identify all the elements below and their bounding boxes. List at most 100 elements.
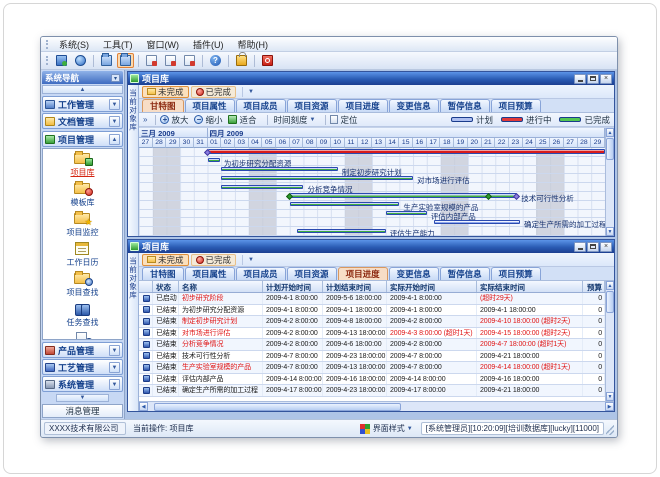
sidebar-group-产品管理[interactable]: 产品管理▼ xyxy=(42,342,123,358)
close-button[interactable]: × xyxy=(600,242,612,252)
scroll-up-icon[interactable]: ▲ xyxy=(606,128,614,137)
report-button[interactable] xyxy=(162,53,179,68)
folder-open-button[interactable] xyxy=(117,53,134,68)
table-row[interactable]: 已启动初步研究阶段2009-4-1 8:00:002009-5-6 18:00:… xyxy=(139,293,605,305)
table-row[interactable]: 已结束技术可行性分析2009-4-7 8:00:002009-4-23 18:0… xyxy=(139,351,605,363)
table-row[interactable]: 已结束确定生产所需的加工过程2009-4-17 8:00:002009-4-23… xyxy=(139,385,605,397)
toolbar-overflow-icon[interactable]: » xyxy=(143,115,147,124)
more-filters-button[interactable]: ▼ xyxy=(242,255,259,265)
column-header-1[interactable]: 名称 xyxy=(179,281,263,292)
more-filters-button[interactable]: ▼ xyxy=(242,87,259,97)
tab-项目资源[interactable]: 项目资源 xyxy=(287,267,337,280)
pin-icon[interactable]: ▾ xyxy=(111,74,120,82)
tab-项目成员[interactable]: 项目成员 xyxy=(236,99,286,112)
scrollbar-thumb[interactable] xyxy=(606,138,614,160)
gantt-bar[interactable] xyxy=(208,149,605,153)
sidebar-group-文档管理[interactable]: 文档管理▼ xyxy=(42,113,123,129)
style-selector-label[interactable]: 界面样式 xyxy=(373,423,405,434)
report-edit-button[interactable] xyxy=(181,53,198,68)
scrollbar-thumb[interactable] xyxy=(606,291,614,313)
gantt-bar[interactable] xyxy=(221,185,303,189)
menu-item-1[interactable]: 工具(T) xyxy=(96,37,140,52)
tab-变更信息[interactable]: 变更信息 xyxy=(389,267,439,280)
filter-unfinished-button[interactable]: 未完成 xyxy=(142,86,189,98)
current-object-side-tab[interactable]: 当前对象库 xyxy=(128,253,139,411)
sidebar-overflow-button[interactable]: ▼ xyxy=(56,394,109,402)
zoom-in-button[interactable]: + 放大 xyxy=(160,114,188,126)
gantt-bar[interactable] xyxy=(208,158,220,162)
sidebar-item-lib[interactable]: 项目库 xyxy=(71,151,95,178)
table-row[interactable]: 已结束生产实验室规模的产品2009-4-7 8:00:002009-4-13 1… xyxy=(139,362,605,374)
menu-item-2[interactable]: 窗口(W) xyxy=(140,37,187,52)
gantt-bar[interactable] xyxy=(290,202,400,206)
tab-变更信息[interactable]: 变更信息 xyxy=(389,99,439,112)
table-row[interactable]: 已结束制定初步研究计划2009-4-2 8:00:002009-4-8 18:0… xyxy=(139,316,605,328)
tab-甘特图[interactable]: 甘特图 xyxy=(142,267,184,280)
message-management-tab[interactable]: 消息管理 xyxy=(42,404,123,418)
gantt-bar[interactable] xyxy=(290,193,518,197)
time-scale-button[interactable]: 时间刻度 ▼ xyxy=(272,114,316,126)
table-window-titlebar[interactable]: 项目库 × xyxy=(128,240,614,253)
browser-button[interactable] xyxy=(72,53,89,68)
tab-项目预算[interactable]: 项目预算 xyxy=(491,267,541,280)
gantt-bar[interactable] xyxy=(386,211,427,215)
tab-项目属性[interactable]: 项目属性 xyxy=(185,99,235,112)
tab-甘特图[interactable]: 甘特图 xyxy=(142,99,184,112)
filter-unfinished-button[interactable]: 未完成 xyxy=(142,254,189,266)
chevron-down-icon[interactable]: ▼ xyxy=(109,362,120,373)
table-row[interactable]: 已结束为初步研究分配资源2009-4-1 8:00:002009-4-1 18:… xyxy=(139,305,605,317)
sidebar-item-template[interactable]: 模板库 xyxy=(71,181,95,208)
close-button[interactable]: × xyxy=(600,74,612,84)
sidebar-item-find[interactable]: 项目查找 xyxy=(67,271,99,298)
scroll-down-icon[interactable]: ▼ xyxy=(606,392,614,401)
resize-grip[interactable] xyxy=(606,423,614,435)
sidebar-item-task[interactable]: 任务查找 xyxy=(67,301,99,328)
table-horizontal-scrollbar[interactable]: ◀ ▶ xyxy=(139,401,614,411)
column-header-3[interactable]: 计划结束时间 xyxy=(323,281,387,292)
menu-item-4[interactable]: 帮助(H) xyxy=(231,37,276,52)
locate-button[interactable]: 定位 xyxy=(330,114,357,126)
gantt-bar[interactable] xyxy=(221,176,413,180)
fit-button[interactable]: 适合 xyxy=(228,114,256,126)
column-header-6[interactable]: 预算 xyxy=(583,281,605,292)
column-header-5[interactable]: 实际结束时间 xyxy=(477,281,583,292)
chevron-down-icon[interactable]: ▼ xyxy=(109,99,120,110)
sidebar-group-系统管理[interactable]: 系统管理▼ xyxy=(42,376,123,392)
tab-项目资源[interactable]: 项目资源 xyxy=(287,99,337,112)
gantt-bar[interactable] xyxy=(297,229,386,233)
mail-send-button[interactable] xyxy=(143,53,160,68)
sidebar-item-docfind[interactable]: 项目文档查找 xyxy=(59,331,107,340)
sidebar-group-project[interactable]: 项目管理 ▲ xyxy=(42,131,123,147)
sidebar-group-工艺管理[interactable]: 工艺管理▼ xyxy=(42,359,123,375)
filter-finished-button[interactable]: 已完成 xyxy=(191,254,237,266)
exit-button[interactable] xyxy=(259,53,276,68)
chevron-down-icon[interactable]: ▼ xyxy=(407,426,413,432)
sidebar-item-monitor[interactable]: ★项目监控 xyxy=(67,211,99,238)
maximize-button[interactable] xyxy=(587,242,599,252)
tab-项目预算[interactable]: 项目预算 xyxy=(491,99,541,112)
scroll-right-icon[interactable]: ▶ xyxy=(605,402,614,411)
minimize-button[interactable] xyxy=(574,242,586,252)
chevron-up-icon[interactable]: ▲ xyxy=(109,134,120,145)
column-header-4[interactable]: 实际开始时间 xyxy=(387,281,477,292)
tab-项目属性[interactable]: 项目属性 xyxy=(185,267,235,280)
lock-button[interactable] xyxy=(233,53,250,68)
chevron-down-icon[interactable]: ▼ xyxy=(109,345,120,356)
gantt-window-titlebar[interactable]: 项目库 × xyxy=(128,72,614,85)
gantt-bar[interactable] xyxy=(221,167,338,171)
tab-项目成员[interactable]: 项目成员 xyxy=(236,267,286,280)
scrollbar-thumb[interactable] xyxy=(154,403,401,411)
chevron-down-icon[interactable]: ▼ xyxy=(109,379,120,390)
sidebar-collapse-button[interactable]: ▲ xyxy=(42,85,123,94)
table-vertical-scrollbar[interactable]: ▲ ▼ xyxy=(605,281,614,401)
current-object-side-tab[interactable]: 当前对象库 xyxy=(128,85,139,236)
workspace-button[interactable] xyxy=(53,53,70,68)
column-header-0[interactable]: 状态 xyxy=(153,281,179,292)
table-row[interactable]: 已结束评估内部产品2009-4-14 8:00:002009-4-16 18:0… xyxy=(139,374,605,386)
gantt-vertical-scrollbar[interactable]: ▲ ▼ xyxy=(605,128,614,236)
minimize-button[interactable] xyxy=(574,74,586,84)
menu-item-0[interactable]: 系统(S) xyxy=(52,37,96,52)
tab-暂停信息[interactable]: 暂停信息 xyxy=(440,267,490,280)
column-header-2[interactable]: 计划开始时间 xyxy=(263,281,323,292)
sidebar-group-工作管理[interactable]: 工作管理▼ xyxy=(42,96,123,112)
